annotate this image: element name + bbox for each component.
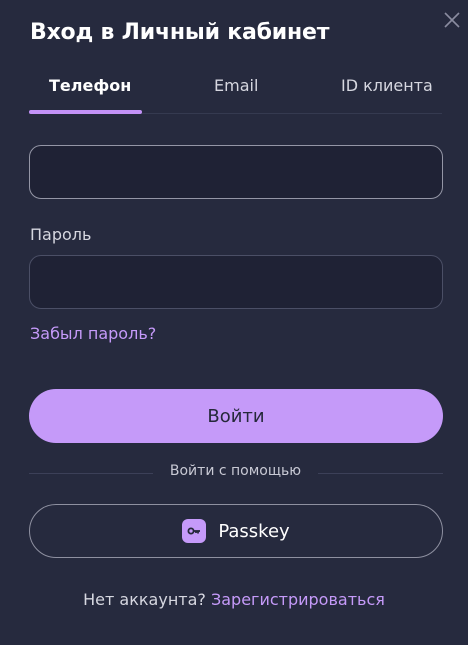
register-row: Нет аккаунта? Зарегистрироваться [0, 590, 468, 609]
tab-email[interactable]: Email [214, 76, 258, 106]
login-method-tabs: Телефон Email ID клиента [29, 76, 442, 116]
tab-client-id[interactable]: ID клиента [341, 76, 433, 106]
close-button[interactable] [441, 9, 463, 31]
login-button[interactable]: Войти [29, 389, 443, 443]
separator-line-right [318, 473, 443, 474]
phone-input[interactable] [29, 145, 443, 199]
password-label: Пароль [30, 225, 92, 244]
forgot-password-link[interactable]: Забыл пароль? [30, 324, 156, 343]
tab-phone[interactable]: Телефон [49, 76, 131, 106]
alt-login-separator-text: Войти с помощью [169, 463, 302, 479]
separator-line-left [29, 473, 153, 474]
active-tab-indicator [29, 110, 142, 114]
passkey-label: Passkey [218, 520, 290, 542]
password-input[interactable] [29, 255, 443, 309]
no-account-text: Нет аккаунта? [83, 590, 206, 609]
dialog-title: Вход в Личный кабинет [30, 20, 330, 45]
key-icon [182, 519, 207, 543]
passkey-button[interactable]: Passkey [29, 504, 443, 558]
register-link[interactable]: Зарегистрироваться [211, 590, 385, 609]
close-icon [444, 12, 460, 28]
